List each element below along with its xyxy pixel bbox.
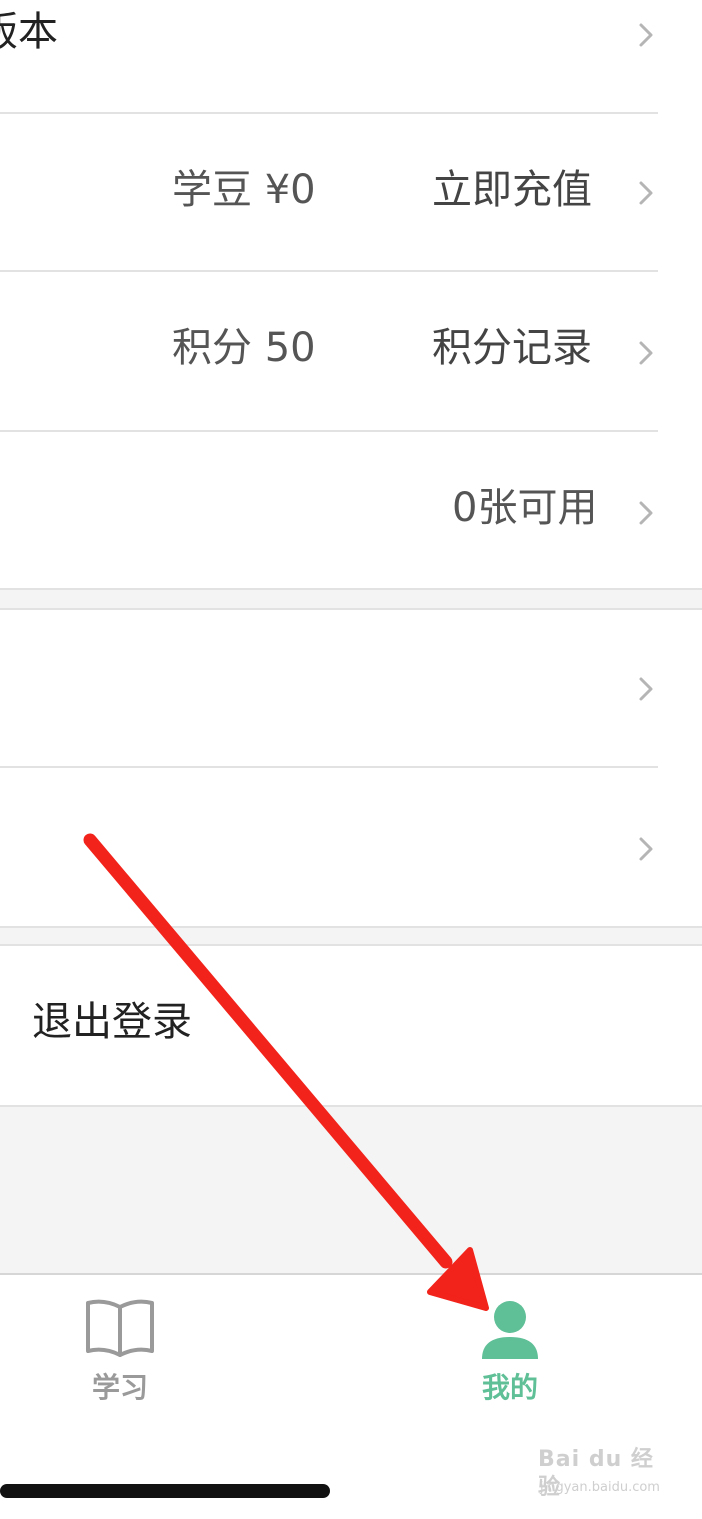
recharge-link[interactable]: 立即充值 — [432, 166, 592, 214]
home-indicator — [0, 1484, 330, 1498]
settings-row[interactable] — [0, 768, 702, 926]
settings-row[interactable] — [0, 610, 702, 766]
logout-button[interactable]: 退出登录 — [0, 946, 702, 1104]
tab-study[interactable]: 学习 — [40, 1297, 200, 1427]
points-balance: 积分 50 — [172, 325, 316, 371]
chevron-right-icon — [639, 23, 653, 47]
coupons-available: 0张可用 — [452, 485, 598, 531]
version-label: 版本 — [0, 9, 58, 55]
content-background — [0, 1105, 702, 1273]
settings-row-coupons[interactable]: 0张可用 — [0, 432, 702, 588]
chevron-right-icon — [639, 341, 653, 365]
chevron-right-icon — [639, 677, 653, 701]
watermark-url: jingyan.baidu.com — [540, 1480, 660, 1495]
tab-mine-label: 我的 — [481, 1371, 538, 1404]
settings-row-version[interactable]: 版本 — [0, 0, 702, 112]
settings-row-points[interactable]: 积分 50 积分记录 — [0, 272, 702, 430]
book-icon — [86, 1299, 154, 1357]
profile-screen: 版本 学豆 ¥0 立即充值 积分 50 积分记录 0张可用 — [0, 0, 702, 1519]
points-record-link[interactable]: 积分记录 — [432, 324, 592, 372]
chevron-right-icon — [639, 501, 653, 525]
beans-balance: 学豆 ¥0 — [172, 167, 316, 213]
section-gap — [0, 926, 702, 946]
section-gap — [0, 588, 702, 610]
tab-mine[interactable]: 我的 — [430, 1297, 590, 1427]
chevron-right-icon — [639, 837, 653, 861]
logout-label: 退出登录 — [32, 999, 192, 1045]
settings-row-beans[interactable]: 学豆 ¥0 立即充值 — [0, 114, 702, 270]
chevron-right-icon — [639, 181, 653, 205]
baidu-watermark: Bai du 经验 jingyan.baidu.com — [538, 1446, 668, 1502]
tab-study-label: 学习 — [91, 1371, 148, 1404]
user-icon — [482, 1301, 538, 1359]
